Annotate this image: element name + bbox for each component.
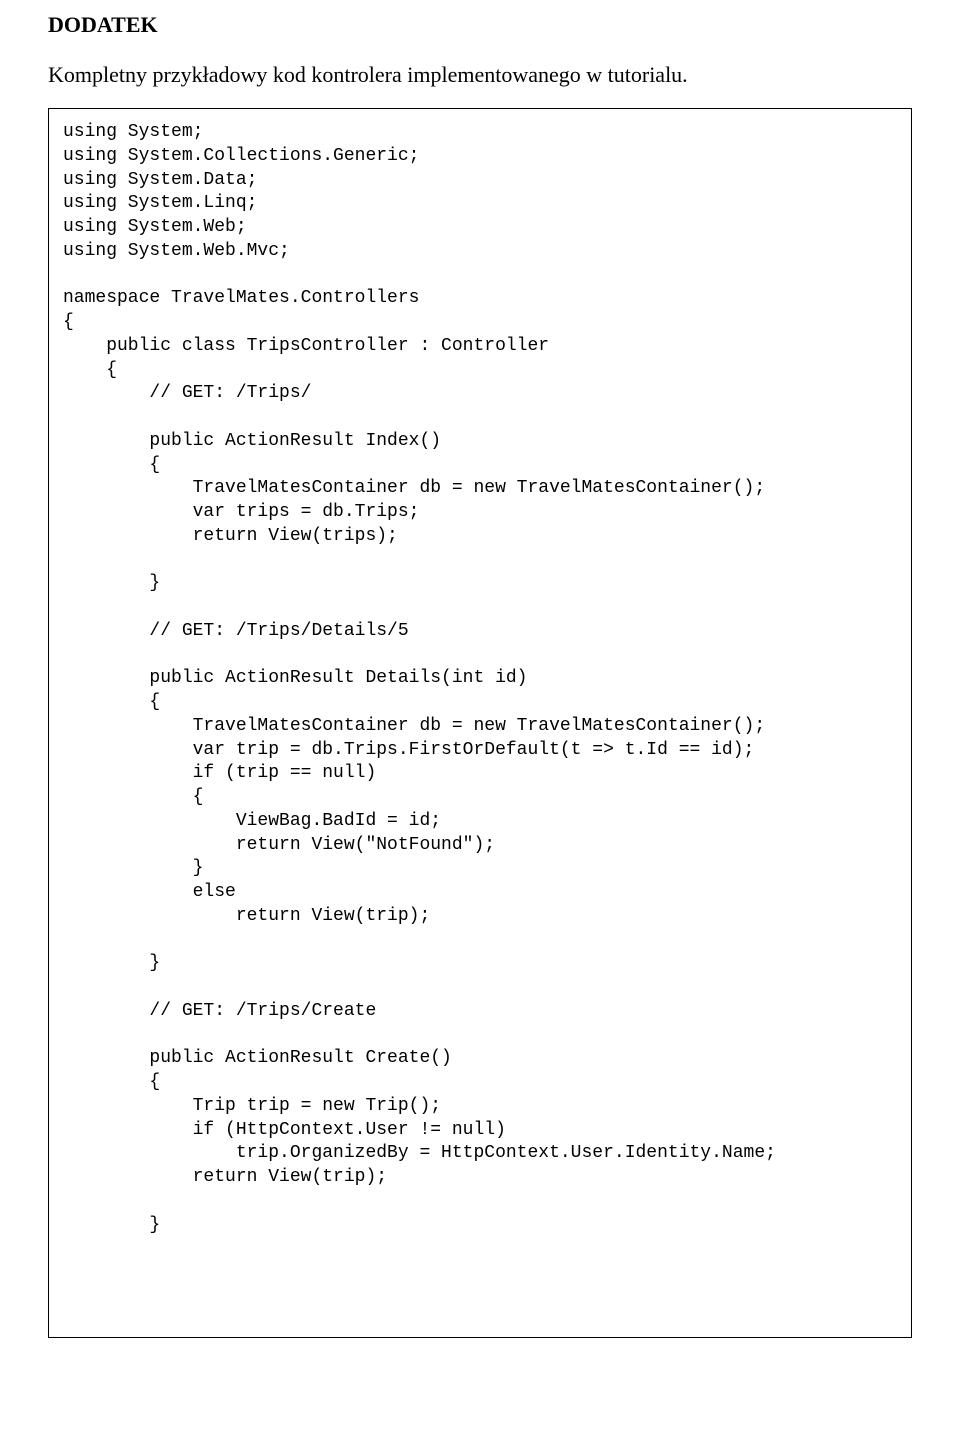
document-page: DODATEK Kompletny przykładowy kod kontro… (0, 0, 960, 1430)
intro-paragraph: Kompletny przykładowy kod kontrolera imp… (48, 62, 912, 88)
page-heading: DODATEK (48, 12, 912, 38)
code-listing: using System; using System.Collections.G… (48, 108, 912, 1338)
